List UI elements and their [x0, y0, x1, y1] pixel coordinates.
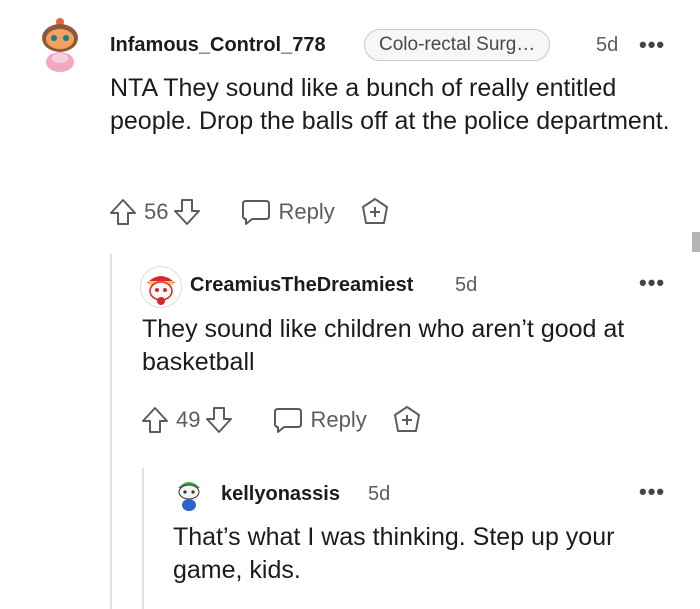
- speech-bubble-icon: [272, 405, 304, 435]
- avatar[interactable]: [34, 14, 86, 76]
- arrow-up-icon[interactable]: [140, 405, 170, 435]
- vote-count: 56: [144, 199, 169, 224]
- more-options-icon[interactable]: •••: [639, 479, 665, 505]
- comment-body: They sound like children who aren’t good…: [142, 315, 625, 376]
- vote-count: 49: [176, 407, 201, 432]
- comment-author[interactable]: Infamous_Control_778: [110, 34, 326, 57]
- speech-bubble-icon: [240, 197, 272, 227]
- arrow-down-icon[interactable]: [204, 405, 234, 435]
- arrow-up-icon[interactable]: [108, 197, 138, 227]
- arrow-down-icon[interactable]: [172, 197, 202, 227]
- thread-line[interactable]: [110, 254, 112, 609]
- comment-actions: 49 Reply: [140, 404, 423, 436]
- comment-age: 5d: [596, 34, 619, 56]
- reply-label: Reply: [310, 407, 367, 432]
- reply-button[interactable]: Reply: [240, 197, 335, 227]
- snoo-avatar-icon: [141, 267, 181, 307]
- avatar[interactable]: [140, 266, 182, 308]
- comment-author[interactable]: CreamiusTheDreamiest: [190, 274, 413, 297]
- user-flair: Colo-rectal Surg…: [364, 29, 551, 61]
- snoo-avatar-icon: [178, 482, 200, 511]
- scroll-marker: [692, 232, 700, 252]
- comment-age: 5d: [455, 274, 478, 296]
- comment-age: 5d: [368, 483, 391, 505]
- avatar[interactable]: [174, 476, 204, 512]
- snoo-avatar-icon: [42, 18, 78, 72]
- thread-line[interactable]: [142, 468, 144, 609]
- comment-body: NTA They sound like a bunch of really en…: [110, 74, 670, 135]
- comment-author[interactable]: kellyonassis: [221, 483, 340, 506]
- reply-label: Reply: [278, 199, 335, 224]
- comment-actions: 56 Reply: [108, 196, 391, 228]
- award-plus-icon[interactable]: [391, 404, 423, 436]
- more-options-icon[interactable]: •••: [639, 270, 665, 296]
- award-plus-icon[interactable]: [359, 196, 391, 228]
- comment-body: That’s what I was thinking. Step up your…: [173, 523, 615, 584]
- reply-button[interactable]: Reply: [272, 405, 367, 435]
- more-options-icon[interactable]: •••: [639, 32, 665, 58]
